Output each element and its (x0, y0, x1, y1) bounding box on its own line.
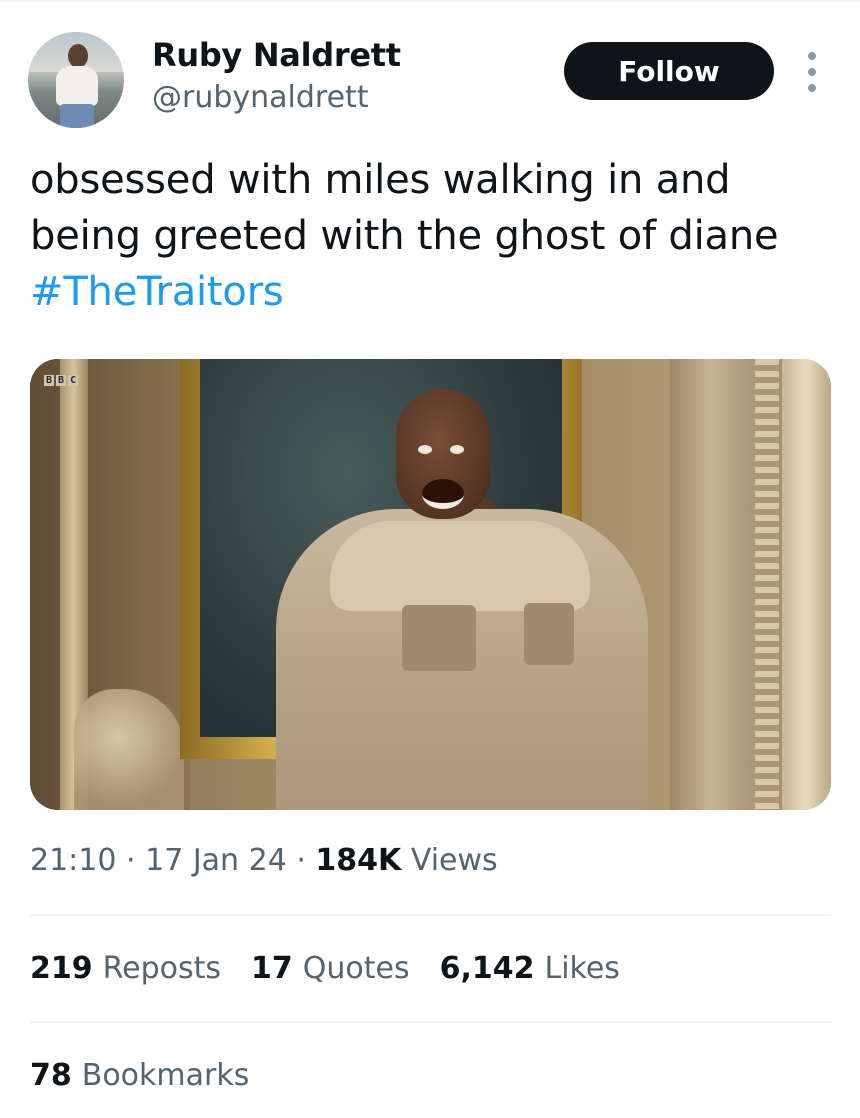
stat-count: 6,142 (439, 951, 535, 986)
tweet-media-image[interactable]: B B C (30, 359, 831, 810)
person-eye (450, 445, 464, 454)
stat-count: 219 (30, 951, 93, 986)
shirt-pocket-left (402, 605, 476, 671)
divider (30, 914, 831, 916)
bbc-watermark: B B C (44, 375, 79, 386)
tweet-text-line: obsessed with miles walking in and (30, 157, 731, 203)
author-avatar[interactable] (28, 32, 124, 128)
dot (808, 68, 816, 76)
dot (808, 84, 816, 92)
meta-separator: · (126, 843, 136, 878)
tweet-time[interactable]: 21:10 (30, 843, 116, 878)
dot (808, 52, 816, 60)
bookmarks-stat[interactable]: 78 Bookmarks (30, 1058, 249, 1093)
views-count: 184K (315, 843, 402, 878)
stat-label: Bookmarks (81, 1058, 250, 1093)
carved-edge (755, 359, 779, 810)
avatar-head (68, 44, 88, 68)
watermark-letter: B (56, 375, 67, 386)
quotes-stat[interactable]: 17 Quotes (251, 951, 410, 986)
tweet-meta: 21:10 · 17 Jan 24 · 184K Views (30, 843, 498, 878)
person-eye (418, 445, 432, 454)
author-name[interactable]: Ruby Naldrett (152, 36, 401, 74)
person-mouth (422, 479, 464, 509)
stat-label: Likes (544, 951, 620, 986)
shirt-pocket-right (524, 603, 574, 665)
top-divider (0, 0, 860, 2)
meta-separator: · (296, 843, 306, 878)
ornament-right (782, 359, 831, 810)
ornament-left (74, 689, 184, 810)
panel-right (670, 359, 750, 810)
watermark-letter: C (68, 375, 79, 386)
hashtag-link[interactable]: #TheTraitors (30, 264, 830, 320)
stat-label: Quotes (302, 951, 410, 986)
avatar-jeans (60, 104, 94, 128)
follow-button[interactable]: Follow (564, 42, 774, 100)
likes-stat[interactable]: 6,142 Likes (440, 951, 620, 986)
divider (30, 1021, 831, 1023)
avatar-shirt (56, 66, 98, 106)
stat-count: 78 (30, 1058, 72, 1093)
watermark-letter: B (44, 375, 55, 386)
tweet-date[interactable]: 17 Jan 24 (145, 843, 287, 878)
views-label: Views (410, 843, 498, 878)
tweet-text: obsessed with miles walking in and being… (30, 152, 830, 320)
author-handle[interactable]: @rubynaldrett (152, 80, 369, 115)
more-dots-icon[interactable] (800, 52, 824, 92)
engagement-stats: 219 Reposts 17 Quotes 6,142 Likes (30, 951, 620, 986)
stat-count: 17 (251, 951, 293, 986)
stat-label: Reposts (102, 951, 221, 986)
shirt-yoke (330, 521, 590, 611)
reposts-stat[interactable]: 219 Reposts (30, 951, 221, 986)
tweet-text-line: being greeted with the ghost of diane (30, 213, 779, 259)
